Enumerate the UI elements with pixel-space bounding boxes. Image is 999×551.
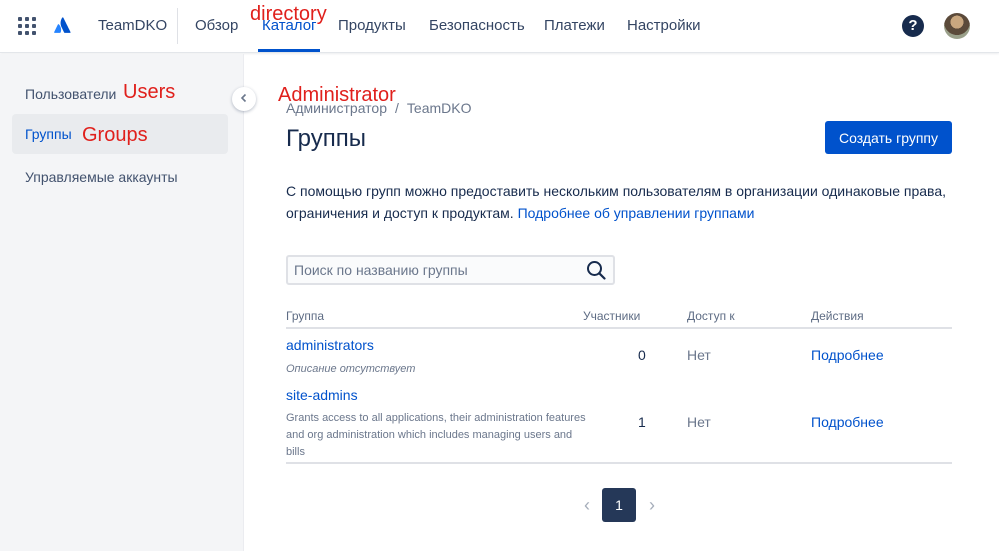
sidebar-item-managed-accounts[interactable]: Управляемые аккаунты bbox=[12, 157, 228, 197]
table-bottom-divider bbox=[286, 462, 952, 464]
pagination-next-icon[interactable]: › bbox=[642, 495, 662, 516]
question-icon[interactable]: ? bbox=[902, 15, 924, 37]
annotation-users: Users bbox=[123, 81, 176, 103]
sidebar-collapse-button[interactable] bbox=[232, 87, 256, 111]
group-name-link[interactable]: site-admins bbox=[286, 387, 358, 403]
site-name[interactable]: TeamDKO bbox=[98, 17, 167, 34]
column-header-actions: Действия bbox=[811, 309, 864, 323]
atlassian-logo-icon[interactable] bbox=[53, 15, 73, 35]
avatar[interactable] bbox=[944, 13, 970, 39]
nav-settings[interactable]: Настройки bbox=[627, 17, 701, 34]
table-header-divider bbox=[286, 327, 952, 329]
annotation-groups: Groups bbox=[82, 124, 148, 146]
column-header-access[interactable]: Доступ к bbox=[687, 309, 735, 323]
active-tab-indicator bbox=[258, 49, 320, 52]
breadcrumb: Администратор / TeamDKO bbox=[286, 100, 471, 116]
learn-more-link[interactable]: Подробнее об управлении группами bbox=[518, 205, 755, 221]
breadcrumb-separator: / bbox=[395, 100, 399, 116]
group-description: Grants access to all applications, their… bbox=[286, 412, 586, 458]
sidebar-item-users[interactable]: Пользователи bbox=[12, 74, 228, 114]
nav-divider bbox=[177, 8, 178, 44]
chevron-left-icon bbox=[240, 93, 247, 103]
pagination-prev-icon[interactable]: ‹ bbox=[577, 495, 597, 516]
group-details-link[interactable]: Подробнее bbox=[811, 347, 884, 363]
nav-products[interactable]: Продукты bbox=[338, 17, 406, 34]
top-navigation: TeamDKO Обзор Каталог Продукты Безопасно… bbox=[0, 0, 999, 53]
breadcrumb-site[interactable]: TeamDKO bbox=[407, 100, 472, 116]
column-header-members[interactable]: Участники bbox=[583, 309, 640, 323]
group-members-count: 0 bbox=[638, 347, 646, 363]
page-description: С помощью групп можно предоставить неско… bbox=[286, 180, 946, 224]
nav-security[interactable]: Безопасность bbox=[429, 17, 525, 34]
search-icon[interactable] bbox=[586, 260, 606, 280]
group-access: Нет bbox=[687, 347, 711, 363]
page-title: Группы bbox=[286, 125, 366, 152]
pagination-page-current[interactable]: 1 bbox=[602, 488, 636, 522]
group-details-link[interactable]: Подробнее bbox=[811, 414, 884, 430]
group-members-count: 1 bbox=[638, 414, 646, 430]
breadcrumb-administrator[interactable]: Администратор bbox=[286, 100, 387, 116]
group-access: Нет bbox=[687, 414, 711, 430]
group-name-link[interactable]: administrators bbox=[286, 337, 374, 353]
annotation-directory: directory bbox=[250, 3, 327, 25]
app-switcher-icon[interactable] bbox=[18, 17, 36, 35]
group-search-input[interactable] bbox=[294, 260, 574, 280]
group-description: Описание отсутствует bbox=[286, 363, 416, 375]
create-group-button[interactable]: Создать группу bbox=[825, 121, 952, 154]
group-search-box[interactable] bbox=[286, 255, 615, 285]
nav-billing[interactable]: Платежи bbox=[544, 17, 605, 34]
nav-overview[interactable]: Обзор bbox=[195, 17, 238, 34]
column-header-group[interactable]: Группа bbox=[286, 309, 324, 323]
